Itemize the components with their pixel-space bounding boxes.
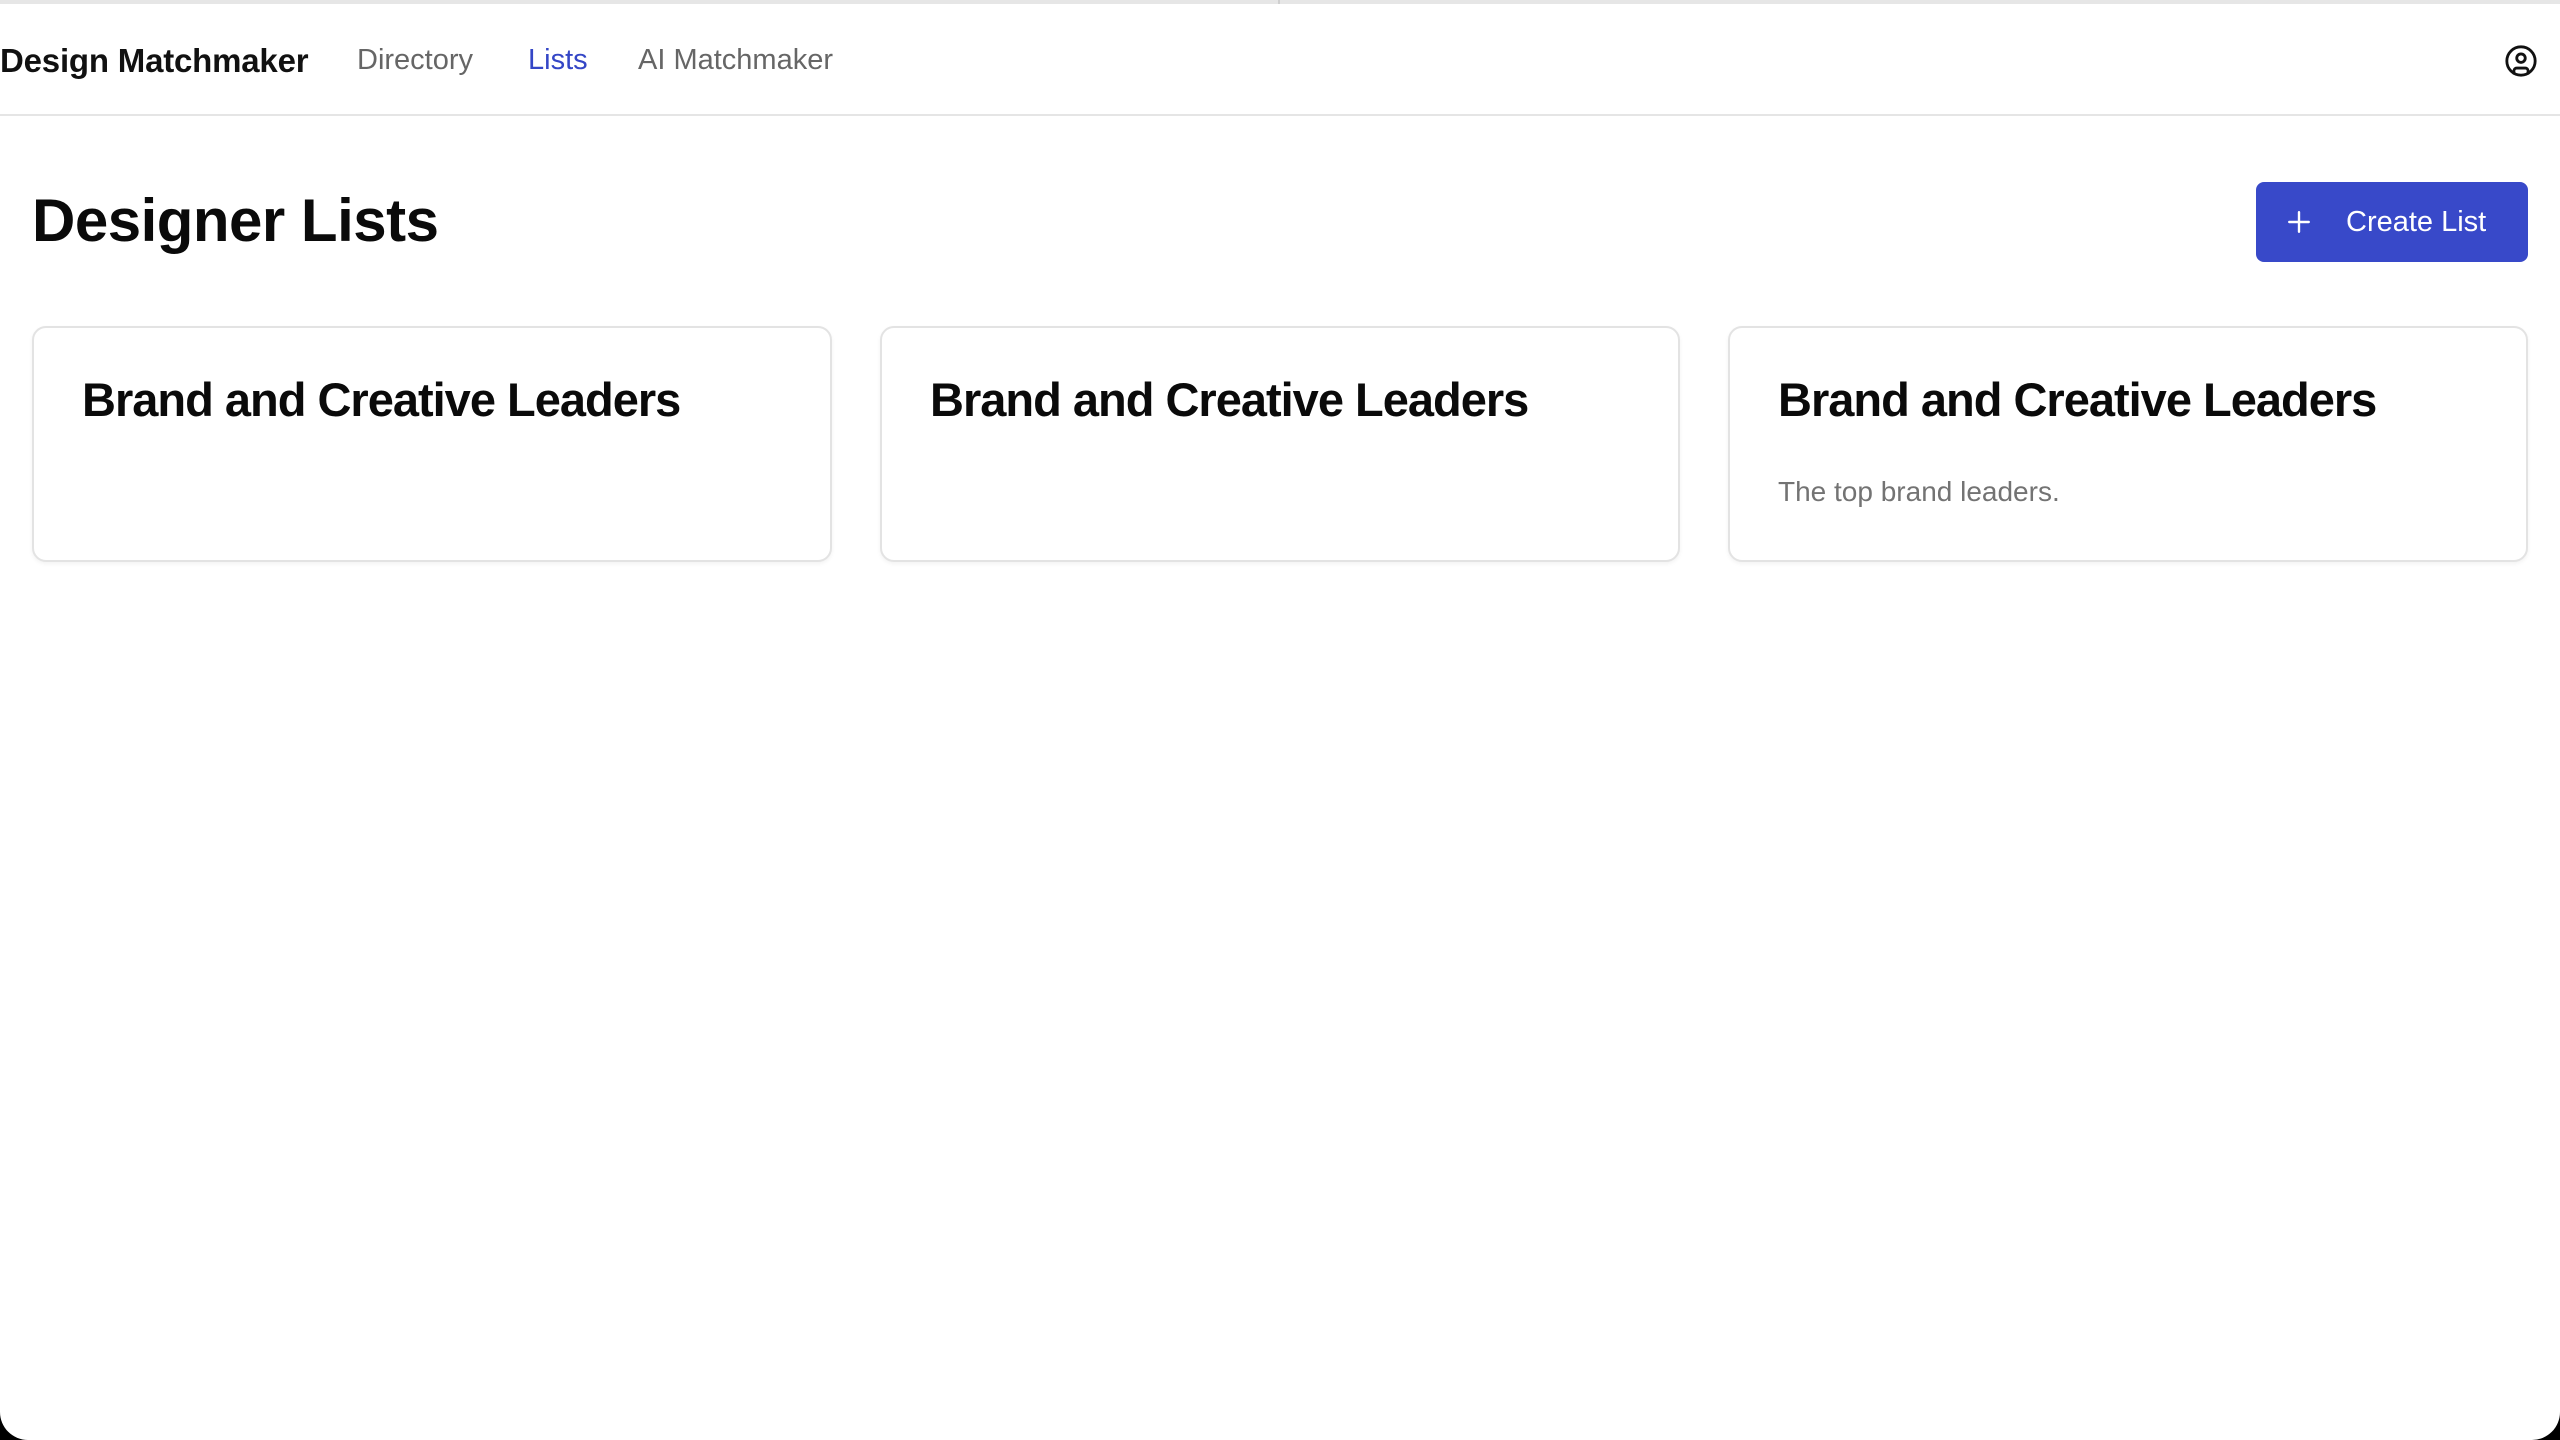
list-card-title: Brand and Creative Leaders [1778,373,2377,426]
list-card-title: Brand and Creative Leaders [930,373,1529,426]
list-card-description: The top brand leaders. [1778,476,2060,507]
app-window: Design Matchmaker Directory Lists AI Mat… [0,0,2560,1440]
list-card[interactable]: Brand and Creative Leaders [32,326,832,562]
list-card[interactable]: Brand and Creative Leaders [880,326,1680,562]
create-list-label: Create List [2346,205,2487,238]
list-card-title: Brand and Creative Leaders [82,373,681,426]
nav-link-ai-matchmaker[interactable]: AI Matchmaker [638,44,833,77]
list-card[interactable]: Brand and Creative Leaders The top brand… [1728,326,2528,562]
page-title: Designer Lists [32,187,439,254]
plus-icon [2286,209,2312,235]
brand-logo-text[interactable]: Design Matchmaker [0,42,309,80]
user-circle-icon[interactable] [2504,44,2538,78]
nav-link-directory[interactable]: Directory [357,44,473,77]
top-navbar: Design Matchmaker Directory Lists AI Mat… [0,4,2560,116]
create-list-button[interactable]: Create List [2256,182,2528,262]
nav-link-lists[interactable]: Lists [528,44,588,77]
